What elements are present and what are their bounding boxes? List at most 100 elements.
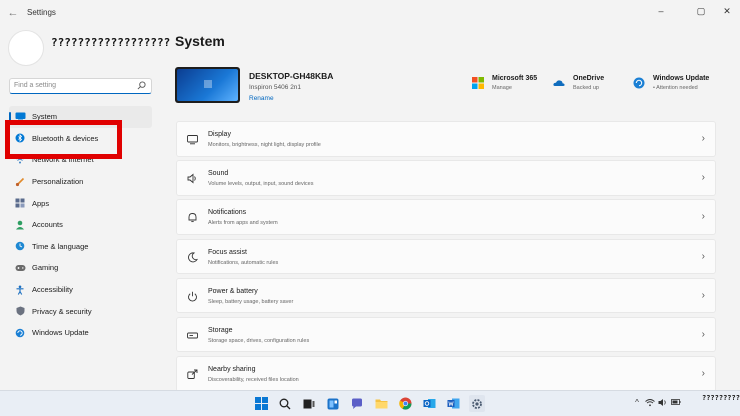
chevron-up-icon[interactable]: ^ [632, 398, 642, 408]
window-title: Settings [27, 8, 56, 17]
highlight-annotation-box [5, 120, 122, 159]
chat-icon[interactable] [349, 395, 365, 412]
system-tray: ^ [632, 398, 684, 408]
accessibility-icon [14, 284, 26, 296]
close-button[interactable]: ✕ [716, 4, 738, 18]
storage-icon [187, 332, 198, 339]
sidebar-item-time-language[interactable]: Time & language [9, 236, 152, 258]
rename-link[interactable]: Rename [249, 95, 274, 102]
card-title: Notifications [208, 209, 247, 217]
card-sound[interactable]: Sound Volume levels, output, input, soun… [176, 160, 716, 196]
chevron-right-icon: › [701, 172, 705, 184]
search-icon[interactable] [137, 81, 146, 90]
windows-wallpaper-icon [177, 69, 238, 101]
volume-icon[interactable] [658, 398, 668, 408]
speaker-icon [187, 173, 196, 184]
power-icon [188, 291, 197, 302]
card-notifications[interactable]: Notifications Alerts from apps and syste… [176, 199, 716, 235]
quick-link-subtitle: Backed up [573, 85, 599, 91]
card-title: Storage [208, 326, 233, 334]
display-icon [187, 135, 198, 145]
card-title: Sound [208, 170, 229, 178]
sidebar-item-label: Privacy & security [32, 306, 92, 316]
bell-icon [188, 213, 197, 223]
moon-icon [188, 252, 198, 262]
search-input[interactable]: Find a setting [9, 78, 152, 94]
back-button[interactable]: ← [6, 6, 20, 20]
taskbar: ^ ???????????? [0, 390, 740, 416]
user-name: ?????????????????? [51, 36, 171, 49]
card-display[interactable]: Display Monitors, brightness, night ligh… [176, 121, 716, 157]
quick-link-microsoft-365[interactable]: Microsoft 365 Manage [472, 75, 537, 91]
file-explorer-icon[interactable] [373, 395, 389, 412]
chevron-right-icon: › [701, 133, 705, 144]
sidebar-item-accessibility[interactable]: Accessibility [9, 279, 152, 301]
settings-icon[interactable] [469, 395, 485, 412]
globe-clock-icon [14, 240, 26, 252]
card-subtitle: Discoverability, received files location [208, 377, 299, 384]
card-subtitle: Volume levels, output, input, sound devi… [208, 181, 314, 188]
card-storage[interactable]: Storage Storage space, drives, configura… [176, 316, 716, 353]
clock[interactable]: ???????????? [702, 394, 740, 402]
sidebar-item-label: Accounts [32, 220, 63, 230]
chrome-icon[interactable] [397, 395, 413, 412]
onedrive-icon [553, 80, 565, 86]
taskbar-apps [253, 395, 493, 412]
device-name: DESKTOP-GH48KBA [249, 71, 334, 81]
sidebar-item-label: Gaming [32, 263, 59, 273]
chevron-right-icon: › [701, 328, 705, 340]
minimize-button[interactable]: – [650, 4, 672, 18]
card-subtitle: Monitors, brightness, night light, displ… [208, 142, 321, 148]
task-view-icon[interactable] [301, 395, 317, 412]
quick-link-windows-update[interactable]: Windows Update • Attention needed [633, 75, 709, 91]
gamepad-icon [14, 262, 26, 274]
sidebar-item-label: Apps [32, 198, 50, 208]
battery-icon[interactable] [671, 398, 681, 408]
chevron-right-icon: › [701, 250, 705, 262]
card-subtitle: Storage space, drives, configuration rul… [208, 337, 310, 344]
person-icon [14, 219, 26, 231]
search-placeholder: Find a setting [14, 82, 57, 89]
sidebar-item-windows-update[interactable]: Windows Update [9, 322, 152, 344]
shield-icon [14, 305, 26, 317]
start-icon[interactable] [253, 395, 269, 412]
share-icon [187, 369, 198, 380]
sidebar-item-gaming[interactable]: Gaming [9, 257, 152, 279]
avatar[interactable] [8, 30, 44, 66]
device-thumbnail [175, 67, 240, 103]
windows-update-icon [633, 77, 645, 89]
card-power-battery[interactable]: Power & battery Sleep, battery usage, ba… [176, 277, 716, 314]
sidebar-item-privacy-security[interactable]: Privacy & security [9, 300, 152, 322]
chevron-right-icon: › [701, 211, 705, 223]
sidebar-item-accounts[interactable]: Accounts [9, 214, 152, 236]
settings-card-list: Display Monitors, brightness, night ligh… [176, 121, 716, 395]
sidebar-item-label: Personalization [32, 177, 84, 187]
widgets-icon[interactable] [325, 395, 341, 412]
wifi-icon[interactable] [645, 398, 655, 408]
quick-link-onedrive[interactable]: OneDrive Backed up [553, 75, 604, 91]
sidebar-item-label: Accessibility [32, 285, 73, 295]
sidebar-item-apps[interactable]: Apps [9, 192, 152, 214]
title-bar: ← Settings – ▢ ✕ [0, 0, 740, 26]
card-title: Nearby sharing [208, 366, 256, 374]
card-focus-assist[interactable]: Focus assist Notifications, automatic ru… [176, 238, 716, 275]
word-icon[interactable] [445, 395, 461, 412]
chevron-right-icon: › [701, 368, 705, 380]
search-icon[interactable] [277, 395, 293, 412]
card-title: Focus assist [208, 248, 247, 256]
quick-link-title: Windows Update [653, 75, 710, 82]
maximize-button[interactable]: ▢ [690, 4, 712, 18]
quick-link-subtitle: • Attention needed [653, 85, 698, 91]
sidebar-item-personalization[interactable]: Personalization [9, 171, 152, 193]
quick-link-title: OneDrive [573, 75, 605, 82]
card-nearby-sharing[interactable]: Nearby sharing Discoverability, received… [176, 356, 716, 392]
outlook-icon[interactable] [421, 395, 437, 412]
brush-icon [14, 176, 26, 188]
card-subtitle: Sleep, battery usage, battery saver [208, 298, 294, 305]
settings-window: ← Settings – ▢ ✕ ?????????????????? Find… [0, 0, 740, 392]
device-model: Inspiron 5406 2n1 [249, 84, 302, 91]
microsoft-365-icon [472, 77, 484, 89]
card-subtitle: Alerts from apps and system [208, 220, 278, 227]
quick-link-title: Microsoft 365 [492, 75, 538, 82]
update-icon [14, 327, 26, 339]
